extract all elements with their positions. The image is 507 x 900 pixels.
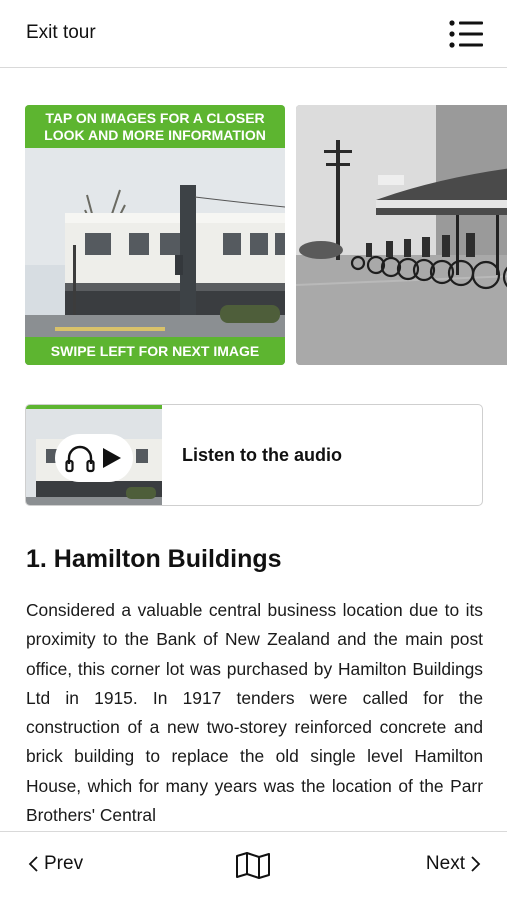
audio-play-pill[interactable] — [55, 434, 133, 482]
listen-audio-button[interactable]: Listen to the audio — [25, 404, 483, 506]
bottom-nav: Prev Next — [0, 831, 507, 900]
gallery-image-current[interactable]: TAP ON IMAGES FOR A CLOSER LOOK AND MORE… — [25, 105, 285, 365]
exit-tour-button[interactable]: Exit tour — [26, 22, 96, 44]
play-icon — [103, 448, 121, 468]
page-title: 1. Hamilton Buildings — [26, 545, 282, 573]
map-icon[interactable] — [235, 851, 271, 879]
historic-photo — [296, 105, 507, 365]
gallery-image-next[interactable] — [296, 105, 507, 365]
prev-button[interactable]: Prev — [26, 853, 83, 875]
audio-thumbnail — [26, 405, 162, 505]
chevron-right-icon — [471, 856, 481, 872]
swipe-left-banner: SWIPE LEFT FOR NEXT IMAGE — [25, 337, 285, 365]
list-menu-icon[interactable] — [449, 20, 483, 48]
next-button[interactable]: Next — [426, 853, 483, 875]
top-bar: Exit tour — [0, 0, 507, 68]
headphones-icon — [65, 445, 95, 473]
tap-images-banner: TAP ON IMAGES FOR A CLOSER LOOK AND MORE… — [25, 105, 285, 148]
listen-audio-label: Listen to the audio — [182, 445, 342, 465]
image-gallery[interactable]: TAP ON IMAGES FOR A CLOSER LOOK AND MORE… — [0, 105, 507, 365]
chevron-left-icon — [28, 856, 38, 872]
article-body: Considered a valuable central business l… — [26, 600, 483, 826]
prev-label: Prev — [44, 853, 84, 874]
next-label: Next — [425, 853, 465, 874]
